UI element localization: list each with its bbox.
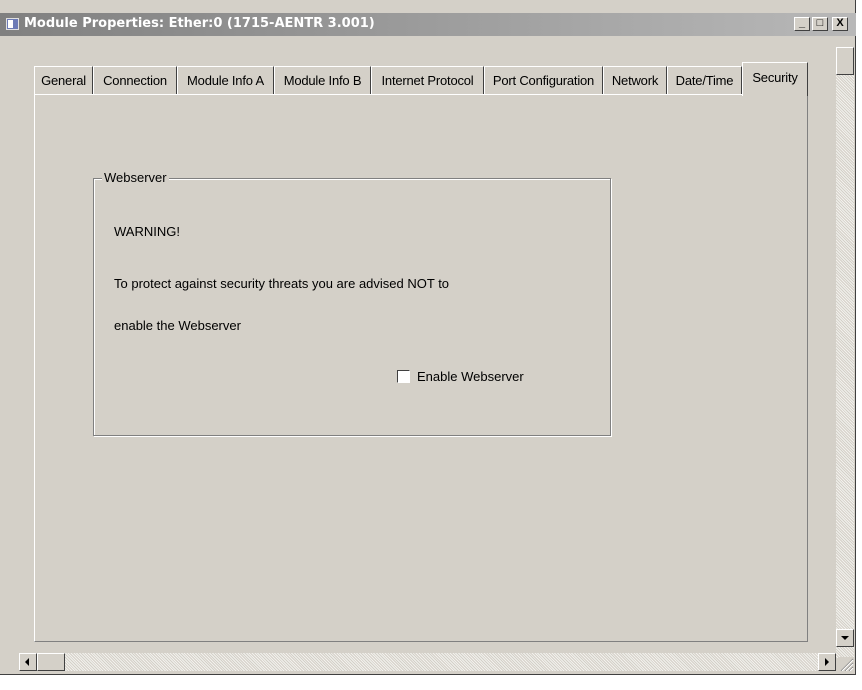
close-button[interactable]: X: [832, 17, 848, 31]
arrow-left-icon: [25, 658, 29, 666]
window-icon: [6, 18, 19, 30]
vertical-scrollbar[interactable]: [836, 47, 854, 658]
tab-module-info-b[interactable]: Module Info B: [274, 66, 371, 94]
tab-connection[interactable]: Connection: [93, 66, 177, 94]
window-title: Module Properties: Ether:0 (1715-AENTR 3…: [24, 16, 375, 31]
arrow-down-icon: [841, 636, 849, 640]
horizontal-scrollbar[interactable]: [19, 653, 836, 671]
scroll-right-button[interactable]: [818, 653, 836, 671]
title-bar[interactable]: Module Properties: Ether:0 (1715-AENTR 3…: [0, 13, 856, 36]
maximize-button[interactable]: □: [812, 17, 828, 31]
resize-grip-icon[interactable]: [838, 657, 854, 672]
vertical-scrollbar-thumb[interactable]: [836, 47, 854, 75]
tab-module-info-a[interactable]: Module Info A: [177, 66, 274, 94]
enable-webserver-label[interactable]: Enable Webserver: [417, 369, 524, 384]
warning-title: WARNING!: [114, 224, 180, 239]
horizontal-scrollbar-thumb[interactable]: [37, 653, 65, 671]
tab-general[interactable]: General: [34, 66, 93, 94]
tab-date-time[interactable]: Date/Time: [667, 66, 742, 94]
tab-internet-protocol[interactable]: Internet Protocol: [371, 66, 484, 94]
minimize-button[interactable]: _: [794, 17, 810, 31]
tab-port-configuration[interactable]: Port Configuration: [484, 66, 603, 94]
tab-network[interactable]: Network: [603, 66, 667, 94]
warning-message-line2: enable the Webserver: [114, 318, 241, 333]
scroll-down-button[interactable]: [836, 629, 854, 647]
module-properties-window: Module Properties: Ether:0 (1715-AENTR 3…: [0, 0, 856, 675]
tab-security[interactable]: Security: [742, 62, 808, 96]
webserver-group-label: Webserver: [102, 170, 169, 185]
arrow-right-icon: [825, 658, 829, 666]
warning-message-line1: To protect against security threats you …: [114, 276, 450, 291]
enable-webserver-checkbox[interactable]: [397, 370, 410, 383]
scroll-left-button[interactable]: [19, 653, 37, 671]
webserver-groupbox: [93, 178, 611, 436]
